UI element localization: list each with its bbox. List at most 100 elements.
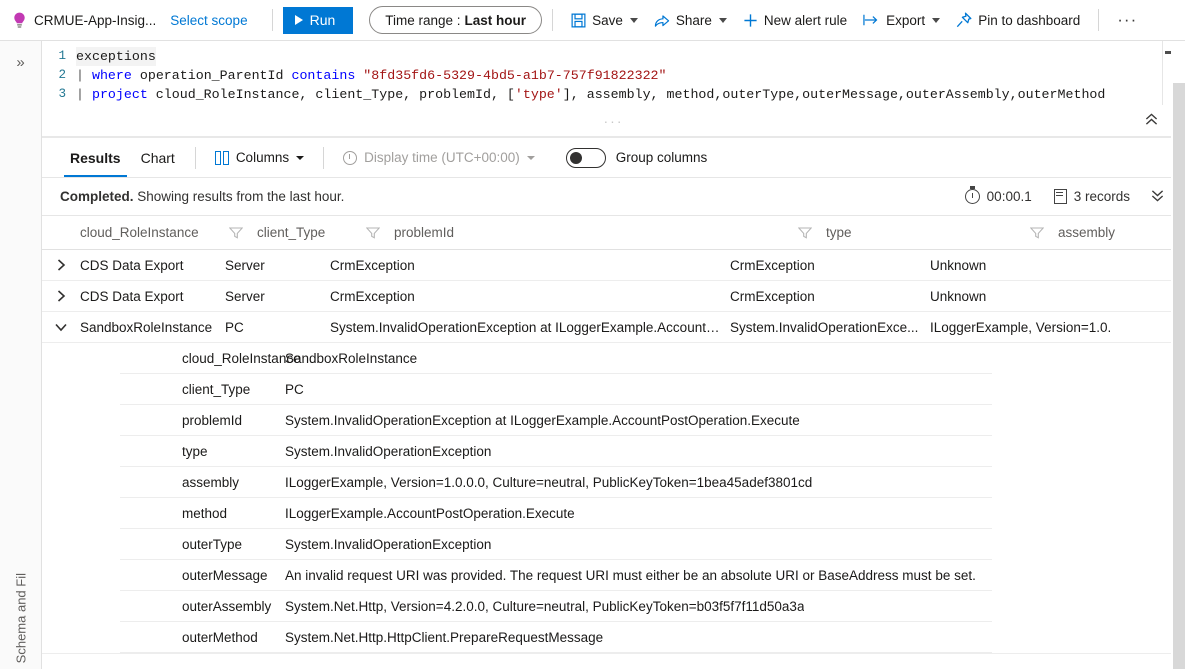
filter-icon[interactable]	[1030, 227, 1044, 239]
more-commands-button[interactable]: ···	[1109, 15, 1145, 25]
chevron-down-icon	[719, 18, 727, 23]
schema-filter-label: Schema and Fil	[13, 573, 28, 663]
table-header-row: cloud_RoleInstance client_Type problem	[42, 216, 1185, 250]
editor-resize-handle[interactable]: ···	[604, 119, 624, 123]
detail-value: SandboxRoleInstance	[285, 351, 417, 366]
query-editor[interactable]: 1 exceptions 2 | where operation_ParentI…	[42, 41, 1185, 105]
records-chip: 3 records	[1046, 189, 1138, 204]
run-button[interactable]: Run	[283, 7, 354, 34]
cell-type: System.InvalidOperationExce...	[730, 320, 930, 335]
editor-line-text: exceptions	[76, 47, 1185, 66]
status-state: Completed.	[60, 189, 134, 204]
detail-value: System.InvalidOperationException	[285, 444, 491, 459]
editor-footer: ···	[42, 105, 1185, 137]
divider	[195, 147, 196, 169]
collapse-results-icon[interactable]	[1144, 189, 1171, 205]
detail-key: outerMethod	[120, 630, 285, 645]
editor-line: 1 exceptions	[42, 47, 1185, 66]
tab-chart[interactable]: Chart	[131, 138, 185, 177]
editor-token: operation_ParentId	[132, 68, 292, 83]
group-columns-toggle[interactable]	[566, 148, 606, 168]
double-chevron-up-icon[interactable]	[1144, 113, 1159, 129]
status-right: 00:00.1 3 records	[957, 189, 1171, 205]
export-button[interactable]: Export	[855, 5, 948, 35]
pin-to-dashboard-button[interactable]: Pin to dashboard	[948, 5, 1088, 35]
vertical-scrollbar[interactable]	[1171, 41, 1185, 669]
column-header-label: cloud_RoleInstance	[80, 225, 199, 240]
editor-line: 3 | project cloud_RoleInstance, client_T…	[42, 85, 1185, 104]
detail-key: problemId	[120, 413, 285, 428]
chevron-down-icon	[932, 18, 940, 23]
editor-token: |	[76, 68, 84, 83]
clock-icon	[343, 151, 357, 165]
columns-label: Columns	[236, 150, 289, 165]
new-alert-rule-button[interactable]: New alert rule	[735, 5, 855, 35]
detail-value: System.Net.Http, Version=4.2.0.0, Cultur…	[285, 599, 804, 614]
display-time-button[interactable]: Display time (UTC+00:00)	[334, 143, 544, 173]
column-header-label: assembly	[1058, 225, 1115, 240]
table-row[interactable]: SandboxRoleInstance PC System.InvalidOpe…	[42, 312, 1185, 343]
records-icon	[1054, 189, 1067, 204]
pin-label: Pin to dashboard	[978, 13, 1080, 28]
lightbulb-icon	[10, 10, 28, 30]
group-columns-control[interactable]: Group columns	[566, 148, 708, 168]
column-header-type[interactable]: type	[826, 225, 1026, 240]
divider	[272, 9, 273, 31]
cell-problemid: System.InvalidOperationException at ILog…	[330, 320, 730, 335]
horizontal-scrollbar[interactable]	[42, 664, 1171, 669]
results-table-scroll[interactable]: cloud_RoleInstance client_Type problem	[42, 216, 1185, 669]
detail-key: outerAssembly	[120, 599, 285, 614]
share-label: Share	[676, 13, 712, 28]
query-editor-wrap: 1 exceptions 2 | where operation_ParentI…	[42, 41, 1185, 138]
filter-icon[interactable]	[229, 227, 243, 239]
detail-key: outerType	[120, 537, 285, 552]
chevron-down-icon	[527, 156, 535, 160]
expand-rail-icon[interactable]: »	[12, 51, 28, 74]
row-expand-icon[interactable]	[42, 290, 80, 302]
row-collapse-icon[interactable]	[42, 323, 80, 332]
time-range-picker[interactable]: Time range : Last hour	[369, 6, 542, 34]
new-alert-rule-label: New alert rule	[764, 13, 847, 28]
editor-token: |	[76, 87, 84, 102]
chevron-down-icon	[296, 156, 304, 160]
detail-row: type System.InvalidOperationException	[120, 436, 992, 467]
detail-value: System.InvalidOperationException	[285, 537, 491, 552]
tab-results[interactable]: Results	[60, 138, 131, 177]
table-row[interactable]: CDS Data Export Server CrmException CrmE…	[42, 281, 1185, 312]
cell-assembly: Unknown	[930, 289, 1145, 304]
toggle-knob	[570, 152, 582, 164]
editor-line-text: | where operation_ParentId contains "8fd…	[76, 66, 1185, 85]
schema-filter-rail[interactable]: » Schema and Fil	[0, 41, 42, 669]
save-button[interactable]: Save	[563, 5, 646, 35]
cell-cloud-roleinstance: CDS Data Export	[80, 289, 225, 304]
editor-token: exceptions	[76, 47, 156, 66]
divider	[552, 9, 553, 31]
cell-client-type: Server	[225, 289, 330, 304]
column-header-label: client_Type	[257, 225, 325, 240]
share-button[interactable]: Share	[646, 5, 735, 35]
row-expand-icon[interactable]	[42, 259, 80, 271]
detail-value: An invalid request URI was provided. The…	[285, 568, 976, 583]
editor-line-text: | project cloud_RoleInstance, client_Typ…	[76, 85, 1185, 104]
scrollbar-thumb[interactable]	[1173, 83, 1185, 669]
columns-button[interactable]: Columns	[206, 143, 313, 173]
table-row[interactable]: CDS Data Export Server CrmException CrmE…	[42, 250, 1185, 281]
detail-row: outerType System.InvalidOperationExcepti…	[120, 529, 992, 560]
detail-row: problemId System.InvalidOperationExcepti…	[120, 405, 992, 436]
column-header-cloud-roleinstance[interactable]: cloud_RoleInstance	[80, 225, 225, 240]
cell-client-type: PC	[225, 320, 330, 335]
detail-row: cloud_RoleInstance SandboxRoleInstance	[120, 343, 992, 374]
detail-row: client_Type PC	[120, 374, 992, 405]
app-root: CRMUE-App-Insig... Select scope Run Time…	[0, 0, 1185, 669]
select-scope-link[interactable]: Select scope	[170, 13, 247, 28]
detail-value: ILoggerExample.AccountPostOperation.Exec…	[285, 506, 575, 521]
filter-icon[interactable]	[366, 227, 380, 239]
filter-icon[interactable]	[798, 227, 812, 239]
divider	[1098, 9, 1099, 31]
column-header-client-type[interactable]: client_Type	[257, 225, 362, 240]
time-range-prefix: Time range :	[385, 13, 460, 28]
duration-chip: 00:00.1	[957, 189, 1040, 204]
column-header-assembly[interactable]: assembly	[1058, 225, 1185, 240]
column-header-problemid[interactable]: problemId	[394, 225, 794, 240]
status-row: Completed. Showing results from the last…	[42, 178, 1185, 216]
